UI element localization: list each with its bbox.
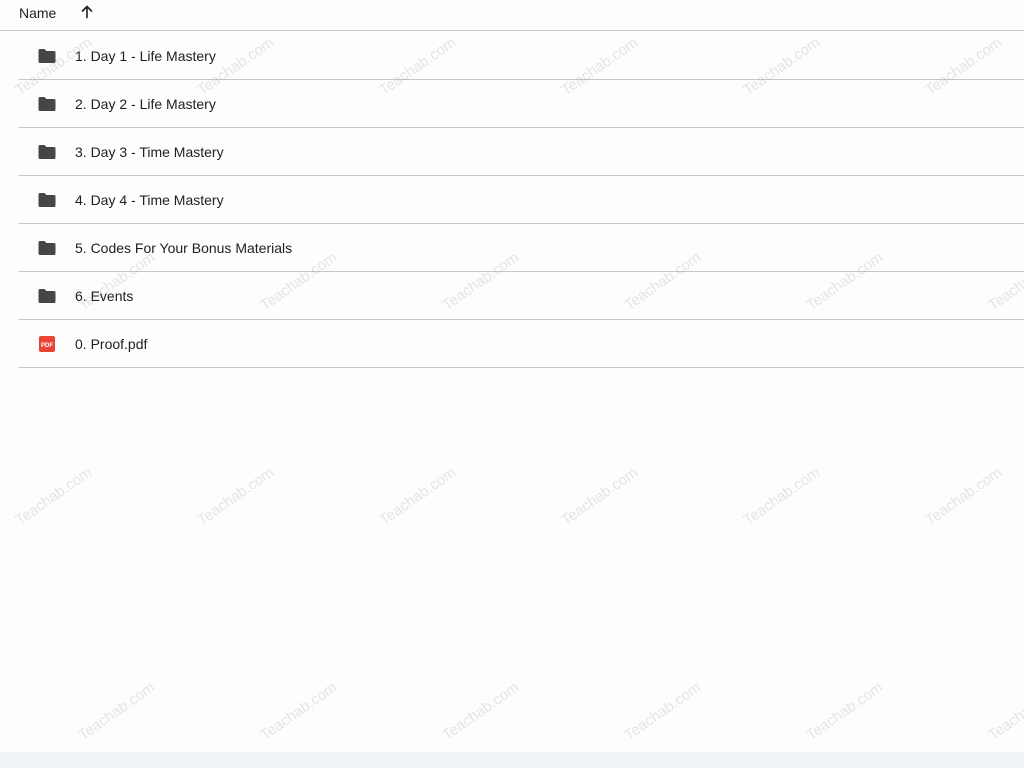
file-name: 4. Day 4 - Time Mastery (75, 192, 224, 208)
folder-icon (37, 190, 57, 210)
name-column-header[interactable]: Name (19, 4, 56, 22)
pdf-badge-text: PDF (41, 343, 53, 349)
file-name: 5. Codes For Your Bonus Materials (75, 240, 293, 256)
file-row[interactable]: 3. Day 3 - Time Mastery (19, 128, 1024, 176)
watermark-text: Teachab.com (803, 678, 887, 744)
folder-icon (37, 94, 57, 114)
watermark-text: Teachab.com (257, 678, 341, 744)
file-name: 2. Day 2 - Life Mastery (75, 96, 216, 112)
watermark-text: Teachab.com (740, 463, 824, 529)
folder-icon (37, 142, 57, 162)
watermark-text: Teachab.com (922, 463, 1006, 529)
arrow-up-icon (81, 5, 93, 19)
watermark-text: Teachab.com (75, 678, 159, 744)
watermark-text: Teachab.com (558, 463, 642, 529)
watermark-text: Teachab.com (985, 678, 1024, 744)
watermark-text: Teachab.com (194, 463, 278, 529)
file-name: 1. Day 1 - Life Mastery (75, 48, 216, 64)
list-header: Name (0, 0, 1024, 31)
watermark-text: Teachab.com (12, 463, 96, 529)
file-row[interactable]: PDF 0. Proof.pdf (19, 320, 1024, 368)
file-name: 0. Proof.pdf (75, 336, 148, 352)
watermark-text: Teachab.com (439, 678, 523, 744)
pdf-icon: PDF (37, 334, 57, 354)
bottom-strip (0, 752, 1024, 768)
file-row[interactable]: 6. Events (19, 272, 1024, 320)
folder-icon (37, 238, 57, 258)
file-list: 1. Day 1 - Life Mastery 2. Day 2 - Life … (19, 32, 1024, 368)
watermark-text: Teachab.com (376, 463, 460, 529)
file-row[interactable]: 4. Day 4 - Time Mastery (19, 176, 1024, 224)
file-row[interactable]: 2. Day 2 - Life Mastery (19, 80, 1024, 128)
file-row[interactable]: 5. Codes For Your Bonus Materials (19, 224, 1024, 272)
sort-ascending-button[interactable] (77, 1, 97, 23)
folder-icon (37, 286, 57, 306)
folder-icon (37, 46, 57, 66)
file-name: 6. Events (75, 288, 134, 304)
file-list-page: Name 1. Day 1 - Life Mastery 2. Day 2 - … (0, 0, 1024, 752)
file-name: 3. Day 3 - Time Mastery (75, 144, 224, 160)
watermark-text: Teachab.com (621, 678, 705, 744)
file-row[interactable]: 1. Day 1 - Life Mastery (19, 32, 1024, 80)
